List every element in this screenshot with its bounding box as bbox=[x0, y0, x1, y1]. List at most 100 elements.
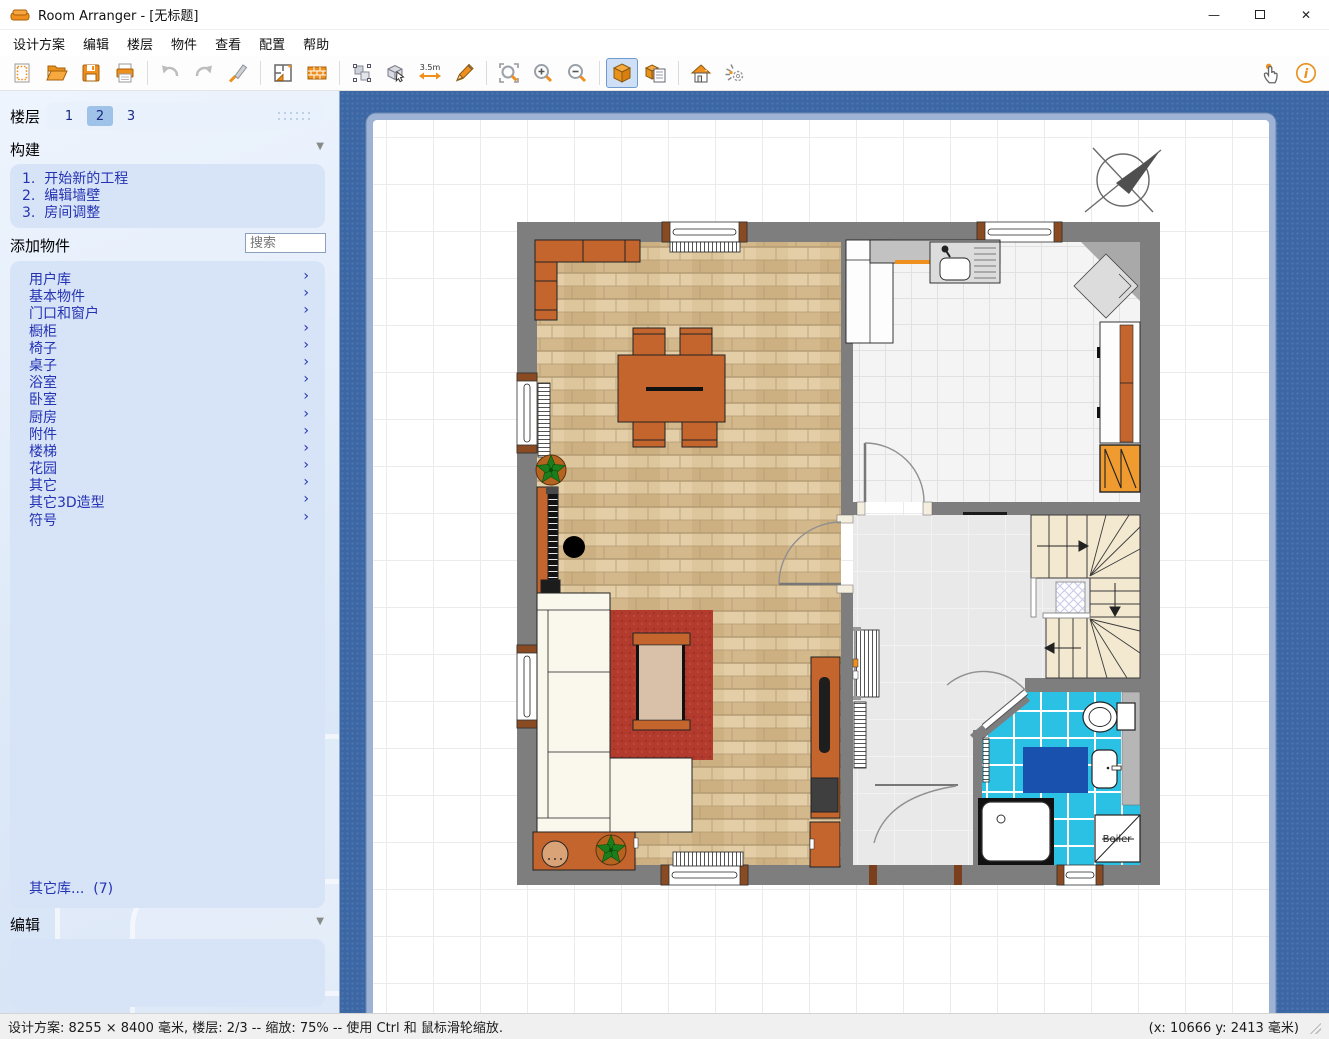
dining-chair bbox=[682, 422, 717, 447]
effects-button[interactable] bbox=[719, 58, 751, 88]
category-others[interactable]: 其它› bbox=[10, 475, 325, 492]
undo-button[interactable] bbox=[154, 58, 186, 88]
category-accessories[interactable]: 附件› bbox=[10, 424, 325, 441]
drawing-canvas[interactable]: Boiler bbox=[340, 91, 1329, 1013]
wall-bathroom-top bbox=[1025, 678, 1140, 692]
chevron-right-icon: › bbox=[303, 440, 309, 456]
menu-bar: 设计方案 编辑 楼层 物件 查看 配置 帮助 bbox=[0, 30, 1329, 56]
category-chairs[interactable]: 椅子› bbox=[10, 338, 325, 355]
zoom-selection-button[interactable] bbox=[493, 58, 525, 88]
menu-edit[interactable]: 编辑 bbox=[74, 31, 118, 56]
build-step-edit-walls[interactable]: 2. 编辑墙壁 bbox=[22, 188, 313, 205]
bathroom-radiator bbox=[983, 738, 989, 782]
box-3d-icon bbox=[610, 61, 634, 85]
category-stairs[interactable]: 楼梯› bbox=[10, 441, 325, 458]
info-button[interactable]: i bbox=[1290, 58, 1322, 88]
status-left-text: 设计方案: 8255 × 8400 毫米, 楼层: 2/3 -- 缩放: 75%… bbox=[8, 1017, 503, 1036]
new-document-button[interactable] bbox=[7, 58, 39, 88]
more-libraries-link[interactable]: 其它库... (7) bbox=[29, 878, 113, 898]
floors-grip[interactable] bbox=[276, 110, 314, 124]
collapse-icon[interactable]: ▼ bbox=[316, 141, 324, 152]
floor-button-2[interactable]: 2 bbox=[87, 106, 113, 126]
chevron-right-icon: › bbox=[303, 457, 309, 473]
menu-options[interactable]: 配置 bbox=[250, 31, 294, 56]
category-tables[interactable]: 桌子› bbox=[10, 355, 325, 372]
build-step-new-project[interactable]: 1. 开始新的工程 bbox=[22, 171, 313, 188]
zoom-in-button[interactable] bbox=[527, 58, 559, 88]
toolbar: 3.5m 3D i bbox=[0, 56, 1329, 91]
category-symbols[interactable]: 符号› bbox=[10, 510, 325, 527]
zoom-out-button[interactable] bbox=[561, 58, 593, 88]
info-icon: i bbox=[1293, 60, 1319, 86]
category-bathroom[interactable]: 浴室› bbox=[10, 372, 325, 389]
window-top-living bbox=[662, 222, 747, 242]
potted-plant bbox=[595, 835, 626, 865]
add-objects-header: 添加物件 bbox=[0, 235, 340, 255]
wall-kitchen-hall bbox=[923, 502, 1140, 515]
floor-plan[interactable]: Boiler bbox=[517, 222, 1160, 885]
open-folder-icon bbox=[45, 61, 69, 85]
close-button[interactable]: ✕ bbox=[1283, 0, 1329, 30]
draw-pen-button[interactable] bbox=[448, 58, 480, 88]
object-properties-button[interactable] bbox=[640, 58, 672, 88]
pan-hand-button[interactable] bbox=[1256, 58, 1288, 88]
wall-editor-button[interactable] bbox=[301, 58, 333, 88]
house-3d-icon: 3D bbox=[688, 61, 714, 85]
build-step-adjust-rooms[interactable]: 3. 房间调整 bbox=[22, 205, 313, 222]
minimize-button[interactable]: — bbox=[1191, 0, 1237, 30]
measure-button[interactable]: 3.5m bbox=[414, 58, 446, 88]
floors-selector: 楼层 1 2 3 bbox=[0, 101, 340, 131]
boiler: Boiler bbox=[1095, 815, 1140, 862]
floor-button-3[interactable]: 3 bbox=[118, 106, 144, 126]
collapse-icon[interactable]: ▼ bbox=[316, 916, 324, 927]
add-objects-title: 添加物件 bbox=[10, 235, 70, 256]
menu-design[interactable]: 设计方案 bbox=[4, 31, 74, 56]
save-button[interactable] bbox=[75, 58, 107, 88]
category-basic-objects[interactable]: 基本物件› bbox=[10, 286, 325, 303]
bathroom-sink bbox=[1092, 750, 1121, 788]
category-bedroom[interactable]: 卧室› bbox=[10, 389, 325, 406]
plan-editor-button[interactable] bbox=[267, 58, 299, 88]
category-user-library[interactable]: 用户库› bbox=[10, 269, 325, 286]
bookshelf bbox=[537, 487, 558, 593]
status-bar: 设计方案: 8255 × 8400 毫米, 楼层: 2/3 -- 缩放: 75%… bbox=[0, 1013, 1329, 1039]
floor-button-1[interactable]: 1 bbox=[56, 106, 82, 126]
draw-pen-icon bbox=[452, 61, 476, 85]
effects-icon bbox=[723, 61, 747, 85]
chevron-right-icon: › bbox=[303, 423, 309, 439]
speaker-box bbox=[541, 580, 560, 593]
format-brush-button[interactable] bbox=[222, 58, 254, 88]
menu-view[interactable]: 查看 bbox=[206, 31, 250, 56]
category-kitchen[interactable]: 厨房› bbox=[10, 407, 325, 424]
house-3d-button[interactable]: 3D bbox=[685, 58, 717, 88]
redo-icon bbox=[192, 61, 216, 85]
view-3d-toggle-button[interactable] bbox=[606, 58, 638, 88]
select-objects-icon bbox=[350, 61, 374, 85]
room-arranger-window: Room Arranger - [无标题] — ✕ 设计方案 编辑 楼层 物件 … bbox=[0, 0, 1329, 1039]
category-cabinets[interactable]: 橱柜› bbox=[10, 321, 325, 338]
chevron-right-icon: › bbox=[303, 491, 309, 507]
redo-button[interactable] bbox=[188, 58, 220, 88]
menu-floors[interactable]: 楼层 bbox=[118, 31, 162, 56]
open-button[interactable] bbox=[41, 58, 73, 88]
toolbar-separator bbox=[599, 61, 600, 85]
radiator-left-window bbox=[538, 383, 550, 457]
menu-objects[interactable]: 物件 bbox=[162, 31, 206, 56]
title-bar: Room Arranger - [无标题] — ✕ bbox=[0, 0, 1329, 30]
print-button[interactable] bbox=[109, 58, 141, 88]
category-garden[interactable]: 花园› bbox=[10, 458, 325, 475]
select-objects-button[interactable] bbox=[346, 58, 378, 88]
build-title: 构建 bbox=[10, 139, 40, 160]
maximize-button[interactable] bbox=[1237, 0, 1283, 30]
toilet bbox=[1083, 702, 1135, 732]
resize-grip-icon[interactable] bbox=[1307, 1020, 1321, 1034]
floors-buttons: 1 2 3 bbox=[46, 102, 324, 130]
plan-editor-icon bbox=[271, 61, 295, 85]
menu-help[interactable]: 帮助 bbox=[294, 31, 338, 56]
shower-tray bbox=[978, 798, 1054, 865]
category-doors-windows[interactable]: 门口和窗户› bbox=[10, 303, 325, 320]
search-input[interactable] bbox=[245, 233, 326, 253]
category-other-3d-shapes[interactable]: 其它3D造型› bbox=[10, 492, 325, 509]
toolbar-separator bbox=[486, 61, 487, 85]
pick-object-button[interactable] bbox=[380, 58, 412, 88]
